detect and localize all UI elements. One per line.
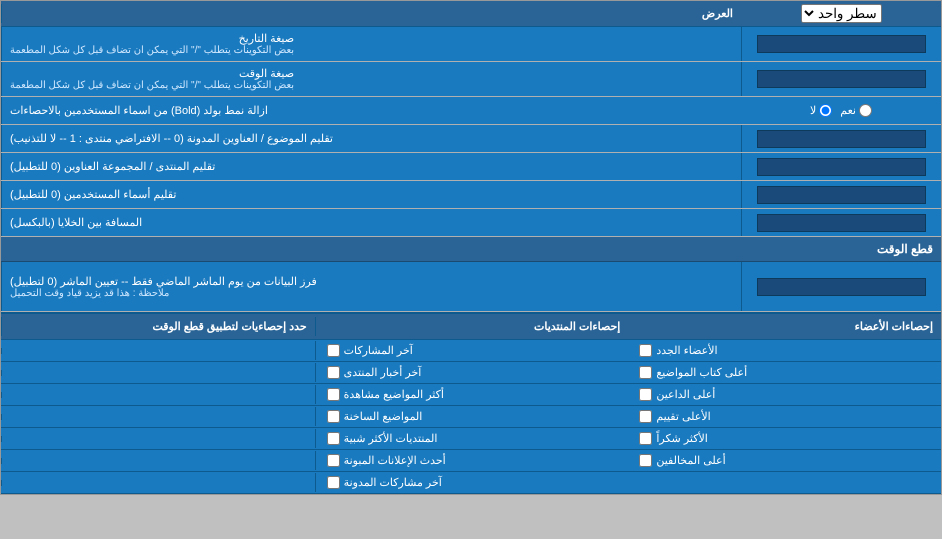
stats-row-4: المنتديات الأكثر شبية الأكثر شكراً bbox=[1, 428, 941, 450]
stats-members-cell-3: الأعلى تقييم bbox=[628, 407, 941, 426]
freeze-section-title: قطع الوقت bbox=[1, 237, 941, 262]
trim-users-input[interactable]: 0 bbox=[757, 186, 925, 204]
trim-forum-row: تقليم المنتدى / المجموعة العناوين (0 للت… bbox=[1, 153, 941, 181]
time-format-label: صيغة الوقت بعض التكوينات يتطلب "/" التي … bbox=[1, 62, 741, 96]
stats-forums-cell-1: آخر أخبار المنتدى bbox=[315, 363, 629, 382]
stats-members-check-3[interactable] bbox=[639, 410, 652, 423]
stats-members-check-4[interactable] bbox=[639, 432, 652, 445]
stats-forums-check-4[interactable] bbox=[327, 432, 340, 445]
stats-forums-check-1[interactable] bbox=[327, 366, 340, 379]
stats-forums-check-2[interactable] bbox=[327, 388, 340, 401]
stats-members-check-2[interactable] bbox=[639, 388, 652, 401]
trim-forum-label: تقليم المنتدى / المجموعة العناوين (0 للت… bbox=[1, 153, 741, 180]
stats-forums-check-3[interactable] bbox=[327, 410, 340, 423]
trim-users-row: تقليم أسماء المستخدمين (0 للتطبيل) 0 bbox=[1, 181, 941, 209]
stats-forums-check-5[interactable] bbox=[327, 454, 340, 467]
freeze-label: فرز البيانات من يوم الماشر الماضي فقط --… bbox=[1, 262, 741, 311]
date-format-input[interactable]: d-m bbox=[757, 35, 925, 53]
cell-spacing-input-container: 2 bbox=[741, 209, 941, 236]
stats-row-0: آخر المشاركات الأعضاء الجدد bbox=[1, 340, 941, 362]
top-header-row: العرض سطر واحد bbox=[1, 1, 941, 27]
stats-limit-cell-3 bbox=[1, 414, 315, 420]
stats-header-members: إحصاءات الأعضاء bbox=[628, 317, 941, 336]
radio-no-label[interactable]: لا bbox=[810, 104, 832, 117]
stats-limit-cell-6 bbox=[1, 480, 315, 486]
trim-forum-input-container: 33 bbox=[741, 153, 941, 180]
stats-members-cell-6 bbox=[628, 480, 941, 486]
freeze-input[interactable]: 0 bbox=[757, 278, 925, 296]
stats-limit-cell-0 bbox=[1, 348, 315, 354]
stats-members-cell-1: أعلى كتاب المواضيع bbox=[628, 363, 941, 382]
stats-limit-cell-4 bbox=[1, 436, 315, 442]
date-format-input-container: d-m bbox=[741, 27, 941, 61]
date-format-label: صيغة التاريخ بعض التكوينات يتطلب "/" الت… bbox=[1, 27, 741, 61]
stats-row-3: المواضيع الساخنة الأعلى تقييم bbox=[1, 406, 941, 428]
stats-limit-cell-5 bbox=[1, 458, 315, 464]
stats-row-6: آخر مشاركات المدونة bbox=[1, 472, 941, 494]
lines-select[interactable]: سطر واحد bbox=[801, 4, 882, 23]
trim-users-input-container: 0 bbox=[741, 181, 941, 208]
bold-radio-yes[interactable] bbox=[859, 104, 872, 117]
top-select-container[interactable]: سطر واحد bbox=[741, 1, 941, 26]
stats-header-forums: إحصاءات المنتديات bbox=[315, 317, 629, 336]
stats-forums-cell-5: أحدث الإعلانات المبونة bbox=[315, 451, 629, 470]
page-title-label: العرض bbox=[1, 4, 741, 23]
stats-members-check-0[interactable] bbox=[639, 344, 652, 357]
radio-yes-label[interactable]: نعم bbox=[840, 104, 872, 117]
stats-forums-cell-3: المواضيع الساخنة bbox=[315, 407, 629, 426]
stats-forums-check-6[interactable] bbox=[327, 476, 340, 489]
trim-subject-row: تقليم الموضوع / العناوين المدونة (0 -- ا… bbox=[1, 125, 941, 153]
bold-radio-no[interactable] bbox=[819, 104, 832, 117]
stats-row-5: أحدث الإعلانات المبونة أعلى المخالفين bbox=[1, 450, 941, 472]
trim-subject-label: تقليم الموضوع / العناوين المدونة (0 -- ا… bbox=[1, 125, 741, 152]
trim-forum-input[interactable]: 33 bbox=[757, 158, 925, 176]
bold-radio-container: نعم لا bbox=[741, 97, 941, 124]
stats-members-cell-2: أعلى الداعين bbox=[628, 385, 941, 404]
stats-forums-cell-0: آخر المشاركات bbox=[315, 341, 629, 360]
stats-row-2: أكثر المواضيع مشاهدة أعلى الداعين bbox=[1, 384, 941, 406]
stats-forums-check-0[interactable] bbox=[327, 344, 340, 357]
trim-subject-input-container: 33 bbox=[741, 125, 941, 152]
cell-spacing-label: المسافة بين الخلايا (بالبكسل) bbox=[1, 209, 741, 236]
stats-members-cell-0: الأعضاء الجدد bbox=[628, 341, 941, 360]
stats-members-cell-5: أعلى المخالفين bbox=[628, 451, 941, 470]
cell-spacing-input[interactable]: 2 bbox=[757, 214, 925, 232]
main-container: العرض سطر واحد صيغة التاريخ بعض التكوينا… bbox=[0, 0, 942, 495]
bold-radio-row: ازالة نمط بولد (Bold) من اسماء المستخدمي… bbox=[1, 97, 941, 125]
stats-limit-cell-1 bbox=[1, 370, 315, 376]
stats-forums-cell-2: أكثر المواضيع مشاهدة bbox=[315, 385, 629, 404]
bold-label: ازالة نمط بولد (Bold) من اسماء المستخدمي… bbox=[1, 97, 741, 124]
stats-section: حدد إحصاءيات لتطبيق قطع الوقت إحصاءات ال… bbox=[1, 312, 941, 494]
freeze-row: فرز البيانات من يوم الماشر الماضي فقط --… bbox=[1, 262, 941, 312]
stats-limit-cell-2 bbox=[1, 392, 315, 398]
time-format-input-container: H:i bbox=[741, 62, 941, 96]
time-format-input[interactable]: H:i bbox=[757, 70, 925, 88]
stats-row-1: آخر أخبار المنتدى أعلى كتاب المواضيع bbox=[1, 362, 941, 384]
trim-users-label: تقليم أسماء المستخدمين (0 للتطبيل) bbox=[1, 181, 741, 208]
trim-subject-input[interactable]: 33 bbox=[757, 130, 925, 148]
stats-header-row: حدد إحصاءيات لتطبيق قطع الوقت إحصاءات ال… bbox=[1, 314, 941, 340]
stats-forums-cell-6: آخر مشاركات المدونة bbox=[315, 473, 629, 492]
stats-forums-cell-4: المنتديات الأكثر شبية bbox=[315, 429, 629, 448]
stats-members-check-5[interactable] bbox=[639, 454, 652, 467]
freeze-input-container: 0 bbox=[741, 262, 941, 311]
time-format-row: صيغة الوقت بعض التكوينات يتطلب "/" التي … bbox=[1, 62, 941, 97]
cell-spacing-row: المسافة بين الخلايا (بالبكسل) 2 bbox=[1, 209, 941, 237]
stats-limit-label: حدد إحصاءيات لتطبيق قطع الوقت bbox=[1, 317, 315, 336]
stats-members-check-1[interactable] bbox=[639, 366, 652, 379]
date-format-row: صيغة التاريخ بعض التكوينات يتطلب "/" الت… bbox=[1, 27, 941, 62]
stats-members-cell-4: الأكثر شكراً bbox=[628, 429, 941, 448]
